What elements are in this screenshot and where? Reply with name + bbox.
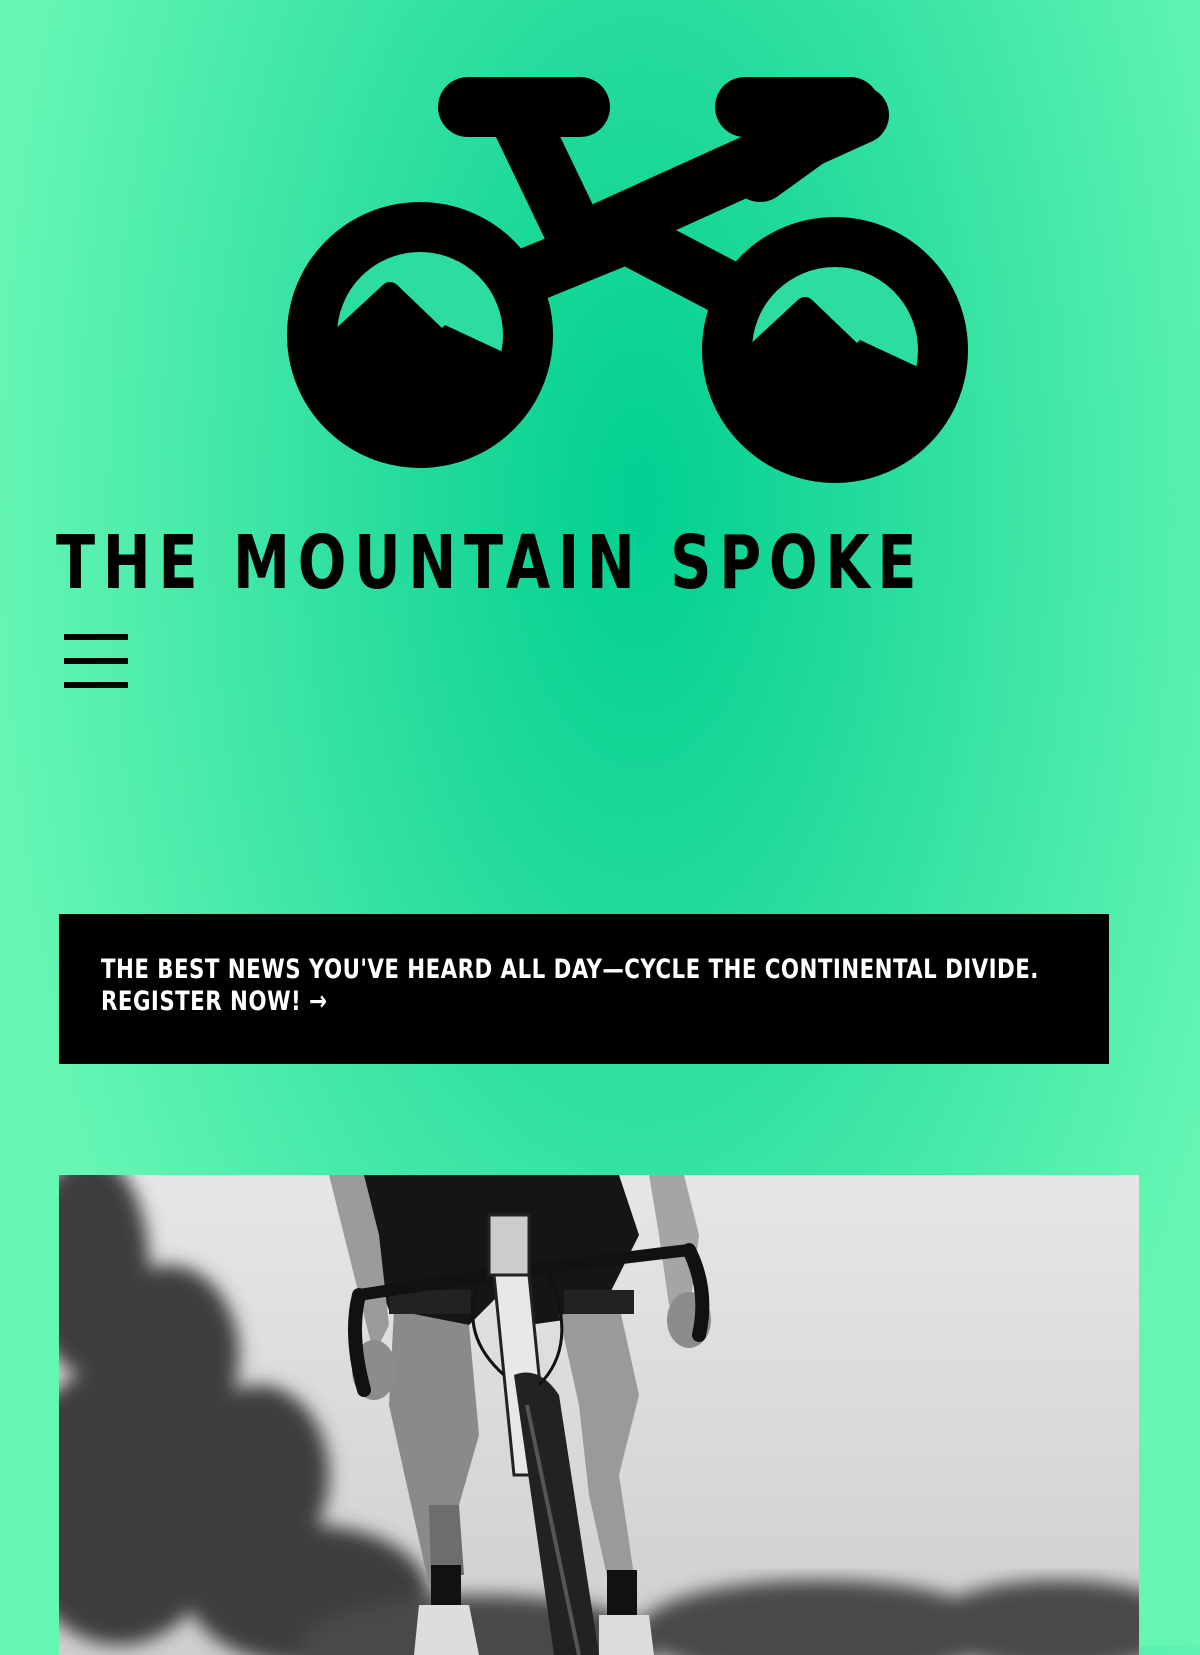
menu-bar-middle [64, 658, 128, 664]
banner-headline: THE BEST NEWS YOU'VE HEARD ALL DAY—CYCLE… [101, 954, 1039, 985]
hero-cyclist-photo [59, 1175, 1139, 1655]
menu-bar-top [64, 634, 128, 640]
mountain-bike-logo-icon[interactable] [280, 70, 980, 500]
banner-text: THE BEST NEWS YOU'VE HEARD ALL DAY—CYCLE… [101, 954, 1039, 1018]
hamburger-menu-icon[interactable] [62, 634, 130, 692]
announcement-banner: THE BEST NEWS YOU'VE HEARD ALL DAY—CYCLE… [59, 914, 1109, 1064]
menu-bar-bottom [64, 682, 128, 688]
site-title[interactable]: THE MOUNTAIN SPOKE [56, 518, 924, 608]
register-now-link[interactable]: REGISTER NOW! → [101, 986, 327, 1017]
